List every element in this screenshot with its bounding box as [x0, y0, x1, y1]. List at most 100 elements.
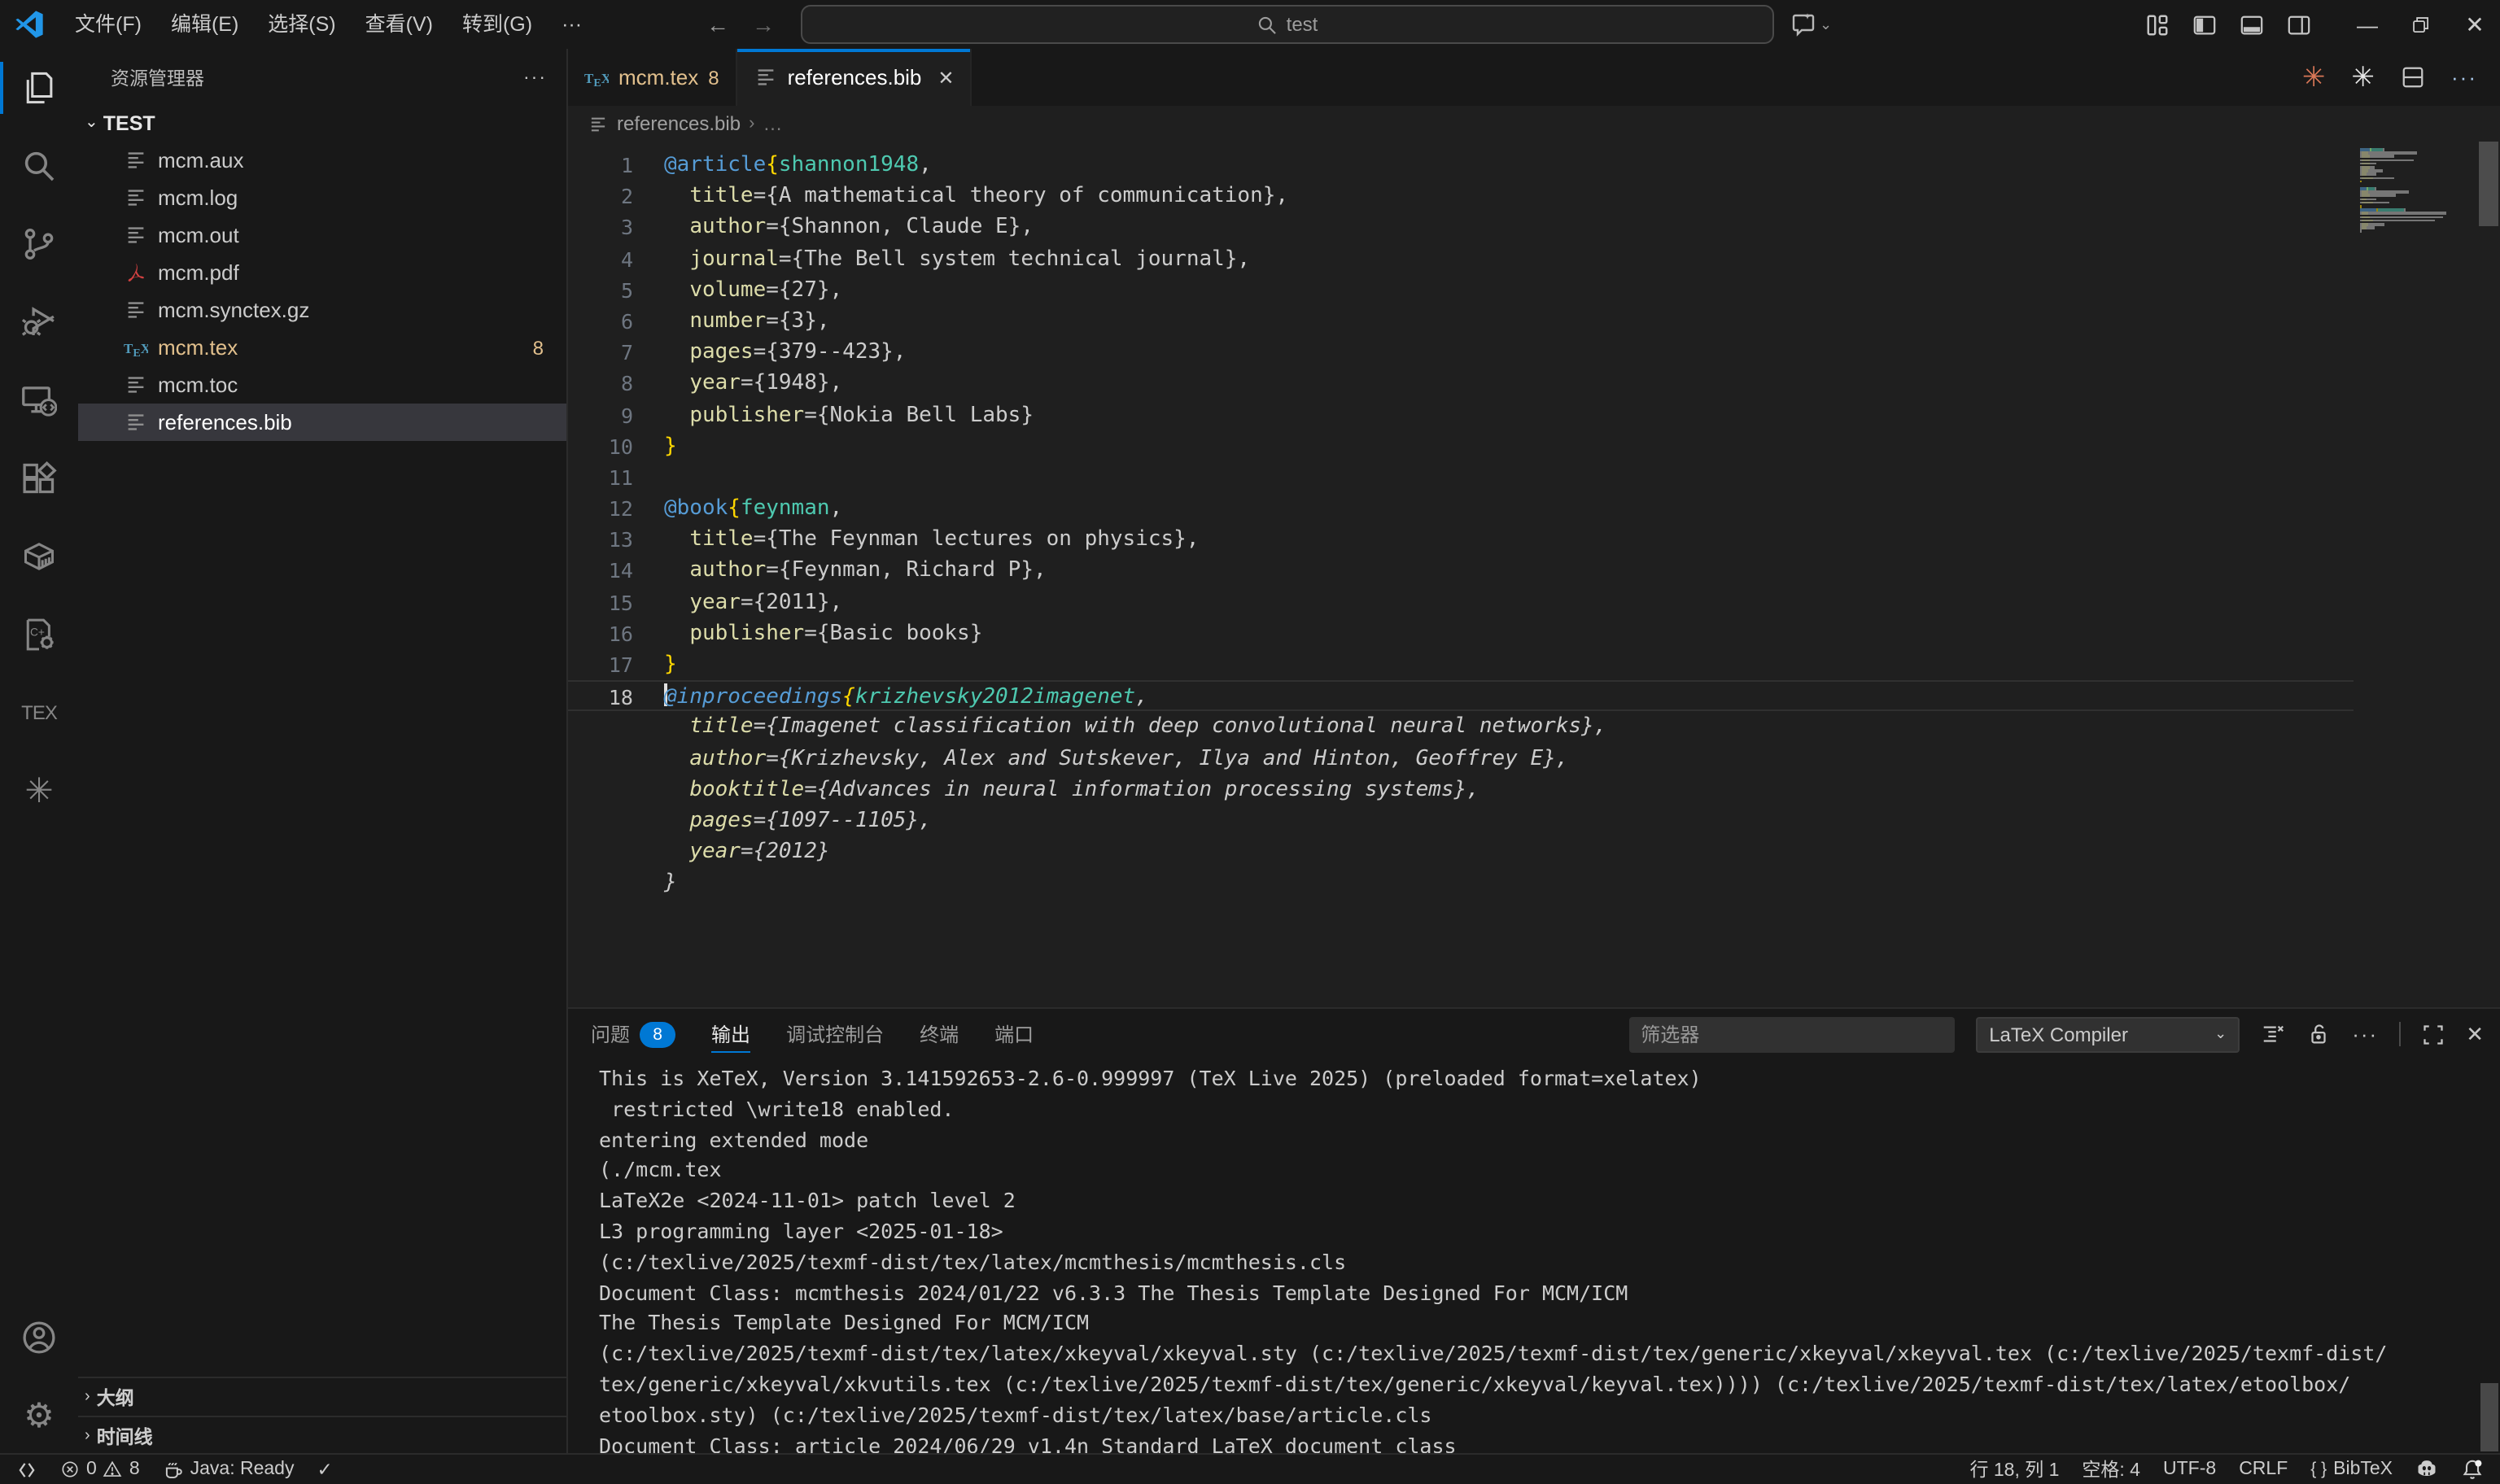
- back-arrow[interactable]: ←: [706, 11, 729, 37]
- toggle-panel-icon[interactable]: [2240, 12, 2264, 37]
- remote-indicator[interactable]: [0, 1455, 49, 1484]
- file-row-mcm-aux[interactable]: mcm.aux: [78, 142, 566, 179]
- unlock-icon[interactable]: [2306, 1022, 2331, 1046]
- menu-item-4[interactable]: 查看(V): [351, 0, 448, 49]
- code-line-ghost[interactable]: booktitle={Advances in neural informatio…: [568, 775, 2354, 805]
- notifications[interactable]: [2450, 1455, 2500, 1484]
- code-line-ghost[interactable]: pages={1097--1105},: [568, 805, 2354, 836]
- account-icon[interactable]: [0, 1298, 78, 1377]
- language-mode[interactable]: { } BibTeX: [2299, 1455, 2404, 1484]
- starburst-icon[interactable]: ✳: [2302, 63, 2326, 91]
- code-line-11[interactable]: 11: [568, 462, 2354, 493]
- editor-scrollbar[interactable]: [2477, 142, 2500, 1007]
- code-line-7[interactable]: 7 pages={379--423},: [568, 337, 2354, 368]
- code-line-12[interactable]: 12@book{feynman,: [568, 493, 2354, 524]
- folder-section-test[interactable]: ⌄ TEST: [78, 106, 566, 142]
- code-line-4[interactable]: 4 journal={The Bell system technical jou…: [568, 243, 2354, 274]
- activity-item-openai-icon[interactable]: ✳: [0, 752, 78, 830]
- clear-output-icon[interactable]: [2261, 1022, 2285, 1046]
- activity-item-remote-explorer-icon[interactable]: [0, 361, 78, 439]
- copilot-chat-toggle[interactable]: ⌄: [1790, 0, 1832, 49]
- file-row-mcm-log[interactable]: mcm.log: [78, 179, 566, 216]
- code-line-ghost[interactable]: author={Krizhevsky, Alex and Sutskever, …: [568, 743, 2354, 774]
- output-channel-select[interactable]: LaTeX Compiler ⌄: [1976, 1016, 2240, 1052]
- code-line-ghost[interactable]: title={Imagenet classification with deep…: [568, 712, 2354, 743]
- menu-item-6[interactable]: ···: [547, 0, 597, 49]
- code-line-9[interactable]: 9 publisher={Nokia Bell Labs}: [568, 399, 2354, 430]
- output-filter-input[interactable]: 筛选器: [1629, 1016, 1955, 1052]
- file-row-mcm-synctex-gz[interactable]: mcm.synctex.gz: [78, 291, 566, 329]
- split-editor-icon[interactable]: [2401, 65, 2425, 89]
- activity-item-package-box-icon[interactable]: [0, 517, 78, 596]
- java-status[interactable]: Java: Ready: [151, 1455, 306, 1484]
- menu-item-3[interactable]: 选择(S): [253, 0, 350, 49]
- toggle-secondary-sidebar-icon[interactable]: [2287, 12, 2311, 37]
- forward-arrow[interactable]: →: [752, 11, 775, 37]
- panel-tab-1[interactable]: 问题8: [591, 1009, 675, 1059]
- more-icon[interactable]: ···: [2352, 1022, 2378, 1046]
- eol-sequence[interactable]: CRLF: [2227, 1455, 2299, 1484]
- toggle-primary-sidebar-icon[interactable]: [2192, 12, 2217, 37]
- code-line-2[interactable]: 2 title={A mathematical theory of commun…: [568, 181, 2354, 212]
- outline-section[interactable]: › 大纲: [78, 1377, 566, 1416]
- activity-item-run-debug-icon[interactable]: [0, 283, 78, 361]
- customize-layout-icon[interactable]: [2145, 12, 2170, 37]
- check-status[interactable]: ✓: [306, 1455, 344, 1484]
- file-row-mcm-pdf[interactable]: mcm.pdf: [78, 254, 566, 291]
- activity-item-extensions-icon[interactable]: [0, 439, 78, 517]
- code-line-10[interactable]: 10}: [568, 430, 2354, 461]
- tab-references-bib[interactable]: references.bib ✕: [737, 49, 972, 106]
- timeline-section[interactable]: › 时间线: [78, 1416, 566, 1455]
- close-panel-icon[interactable]: ✕: [2466, 1021, 2484, 1047]
- code-editor[interactable]: 1@article{shannon1948,2 title={A mathema…: [568, 142, 2500, 1007]
- code-line-3[interactable]: 3 author={Shannon, Claude E},: [568, 212, 2354, 243]
- file-row-mcm-toc[interactable]: mcm.toc: [78, 366, 566, 404]
- encoding[interactable]: UTF-8: [2152, 1455, 2227, 1484]
- breadcrumb[interactable]: references.bib › …: [568, 106, 2500, 142]
- panel-scrollbar[interactable]: [2480, 1383, 2498, 1451]
- code-line-5[interactable]: 5 volume={27},: [568, 275, 2354, 306]
- close-tab-icon[interactable]: ✕: [938, 66, 954, 89]
- cursor-position[interactable]: 行 18, 列 1: [1958, 1455, 2070, 1484]
- code-line-18[interactable]: 18@inproceedings{krizhevsky2012imagenet,: [568, 680, 2354, 711]
- menu-item-2[interactable]: 编辑(E): [156, 0, 253, 49]
- more-actions-icon[interactable]: ···: [2451, 65, 2477, 89]
- code-line-16[interactable]: 16 publisher={Basic books}: [568, 618, 2354, 649]
- restore-button[interactable]: [2394, 0, 2448, 49]
- panel-tab-5[interactable]: 端口: [994, 1009, 1034, 1059]
- file-row-mcm-out[interactable]: mcm.out: [78, 216, 566, 254]
- menu-item-1[interactable]: 文件(F): [60, 0, 156, 49]
- file-row-references-bib[interactable]: references.bib: [78, 404, 566, 441]
- command-center-search[interactable]: test: [801, 5, 1774, 44]
- settings-gear-icon[interactable]: ⚙: [0, 1377, 78, 1455]
- code-line-17[interactable]: 17}: [568, 649, 2354, 680]
- code-line-ghost[interactable]: year={2012}: [568, 836, 2354, 867]
- panel-tab-3[interactable]: 调试控制台: [786, 1009, 884, 1059]
- copilot-status[interactable]: [2404, 1455, 2450, 1484]
- file-row-mcm-tex[interactable]: TEXmcm.tex8: [78, 329, 566, 366]
- output-console[interactable]: This is XeTeX, Version 3.141592653-2.6-0…: [568, 1059, 2500, 1455]
- maximize-panel-icon[interactable]: [2422, 1023, 2445, 1045]
- tab-mcm-tex[interactable]: TEX mcm.tex 8: [568, 49, 737, 106]
- code-line-8[interactable]: 8 year={1948},: [568, 369, 2354, 399]
- code-line-6[interactable]: 6 number={3},: [568, 306, 2354, 337]
- indentation[interactable]: 空格: 4: [2070, 1455, 2152, 1484]
- openai-icon[interactable]: ✳: [2352, 63, 2375, 91]
- panel-tab-2[interactable]: 输出: [711, 1009, 750, 1059]
- activity-item-project-file-gear-icon[interactable]: [0, 596, 78, 674]
- activity-item-explorer-icon[interactable]: [0, 49, 78, 127]
- panel-tab-4[interactable]: 终端: [920, 1009, 959, 1059]
- activity-item-tex-icon[interactable]: TEX: [0, 674, 78, 752]
- code-line-15[interactable]: 15 year={2011},: [568, 587, 2354, 618]
- code-line-14[interactable]: 14 author={Feynman, Richard P},: [568, 556, 2354, 587]
- activity-item-source-control-icon[interactable]: [0, 205, 78, 283]
- code-line-ghost[interactable]: }: [568, 868, 2354, 899]
- code-line-1[interactable]: 1@article{shannon1948,: [568, 150, 2354, 181]
- code-line-13[interactable]: 13 title={The Feynman lectures on physic…: [568, 525, 2354, 556]
- explorer-more-icon[interactable]: ···: [523, 68, 547, 87]
- close-button[interactable]: ✕: [2448, 0, 2500, 49]
- minimap[interactable]: [2360, 148, 2474, 234]
- minimize-button[interactable]: —: [2340, 0, 2394, 49]
- problems-status[interactable]: 0 8: [49, 1455, 151, 1484]
- menu-item-5[interactable]: 转到(G): [448, 0, 547, 49]
